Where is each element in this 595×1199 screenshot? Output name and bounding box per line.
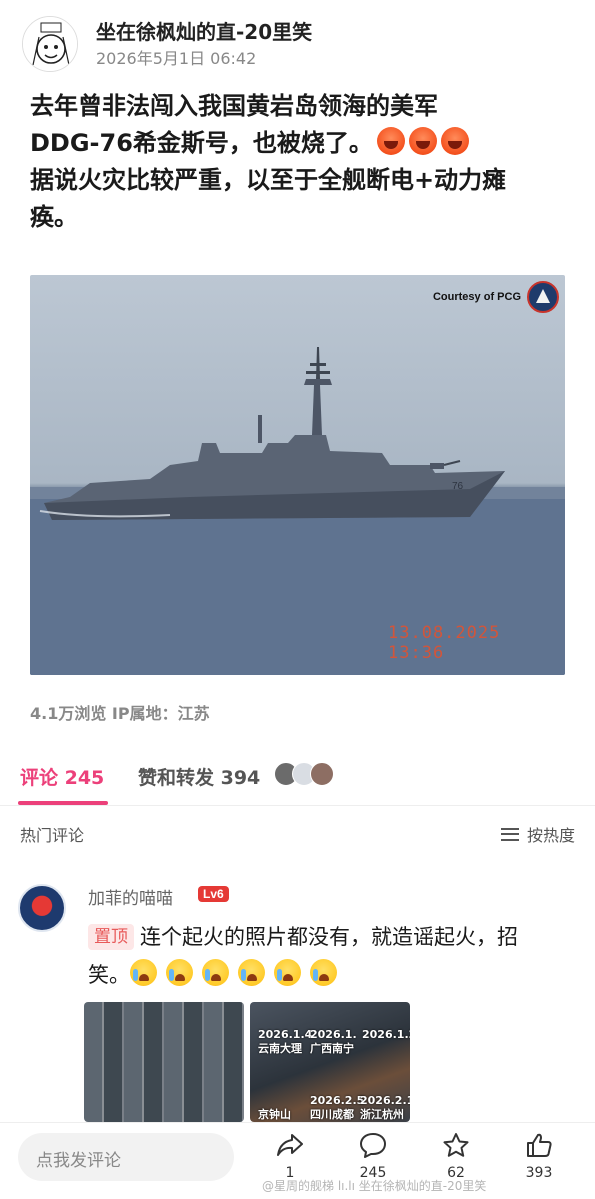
thumb-place: 四川成都: [310, 1108, 354, 1121]
crying-laughing-icon: [274, 959, 301, 986]
thumb-place: 京钟山: [258, 1108, 291, 1121]
tab-likes-reposts[interactable]: 赞和转发 394: [138, 763, 260, 790]
comment-text: 置顶 连个起火的照片都没有，就造谣起火，招 笑。: [88, 918, 568, 994]
level-badge: Lv6: [198, 886, 229, 902]
crying-laughing-icon: [310, 959, 337, 986]
photo-date-stamp: 13.08.2025 13:36: [388, 623, 501, 663]
destroyer-ship-illustration: 76: [30, 347, 565, 675]
thumb-place: 浙江杭州: [360, 1108, 404, 1121]
share-icon: [277, 1134, 303, 1156]
comment-input[interactable]: 点我发评论: [18, 1133, 234, 1181]
commenter-avatar[interactable]: [18, 884, 66, 932]
laughing-face-icon: [408, 127, 437, 155]
pcg-seal-icon: [527, 281, 559, 313]
comment-line-2-text: 笑。: [88, 963, 130, 987]
post-text-line-2-text: DDG-76希金斯号，也被烧了。: [30, 129, 373, 157]
laughing-face-icon: [376, 127, 405, 155]
weibo-watermark: @星周的舰梯 lı.lı 坐在徐枫灿的直-20里笑: [262, 1179, 487, 1193]
comment-line-1-text: 连个起火的照片都没有，就造谣起火，招: [140, 925, 518, 949]
liker-avatar: [310, 762, 334, 786]
star-icon: [443, 1133, 469, 1157]
crying-laughing-icon: [166, 959, 193, 986]
post-photo[interactable]: 76 Courtesy of PCG 13.08.2025 13:36: [30, 275, 565, 675]
comment-line-2: 笑。: [88, 956, 568, 994]
sort-label: 按热度: [526, 826, 575, 845]
crying-laughing-icon: [202, 959, 229, 986]
post-timestamp: 2026年5月1日 06:42: [96, 49, 257, 68]
comment-tabs: 评论 245 赞和转发 394: [0, 760, 595, 806]
post-body: 去年曾非法闯入我国黄岩岛领海的美军 DDG-76希金斯号，也被烧了。 据说火灾比…: [30, 88, 570, 236]
laughing-face-icon: [440, 127, 469, 155]
author-name[interactable]: 坐在徐枫灿的直-20里笑: [96, 16, 312, 45]
comment-item: 加菲的喵喵 Lv6 置顶 连个起火的照片都没有，就造谣起火，招 笑。 2026.1…: [18, 880, 578, 1122]
comment-image-collage[interactable]: [84, 1002, 244, 1122]
post-text-line-1: 去年曾非法闯入我国黄岩岛领海的美军: [30, 92, 438, 120]
thumb-place: 云南大理: [258, 1042, 302, 1055]
post-text-line-4: 痪。: [30, 203, 78, 231]
hull-number: 76: [452, 481, 464, 492]
thumb-place: 广西南宁: [310, 1042, 354, 1055]
comment-image-car-fires[interactable]: 2026.1.4 云南大理 2026.1. 广西南宁 2026.1.22 202…: [250, 1002, 410, 1122]
bottom-action-bar: 点我发评论 1 245 62 393 @星周的舰梯 lı.lı 坐在徐枫灿的直-…: [0, 1122, 595, 1199]
sort-menu-icon: [500, 827, 519, 841]
thumbs-up-icon: [527, 1133, 552, 1157]
author-avatar[interactable]: [22, 16, 78, 72]
image-credit: Courtesy of PCG: [432, 291, 521, 303]
crying-laughing-icon: [130, 959, 157, 986]
cartoon-avatar-icon: [23, 17, 77, 71]
post-text-line-3: 据说火灾比较严重，以至于全舰断电+动力瘫: [30, 166, 507, 194]
commenter-name[interactable]: 加菲的喵喵: [88, 884, 173, 909]
crying-laughing-icon: [238, 959, 265, 986]
post-stats: 4.1万浏览 IP属地：江苏: [30, 704, 210, 723]
pinned-badge: 置顶: [88, 924, 134, 950]
active-tab-indicator: [18, 801, 108, 805]
comment-bubble-icon: [360, 1133, 386, 1158]
sort-by-hotness[interactable]: 按热度: [500, 822, 575, 846]
hot-comments-label: 热门评论: [20, 826, 85, 845]
post-text-line-2: DDG-76希金斯号，也被烧了。: [30, 125, 570, 162]
comment-line-1: 置顶 连个起火的照片都没有，就造谣起火，招: [88, 918, 568, 956]
post-header: 坐在徐枫灿的直-20里笑 2026年5月1日 06:42: [22, 12, 582, 72]
tab-comments[interactable]: 评论 245: [20, 763, 104, 790]
thumb-date: 2026.1.22: [362, 1028, 410, 1041]
